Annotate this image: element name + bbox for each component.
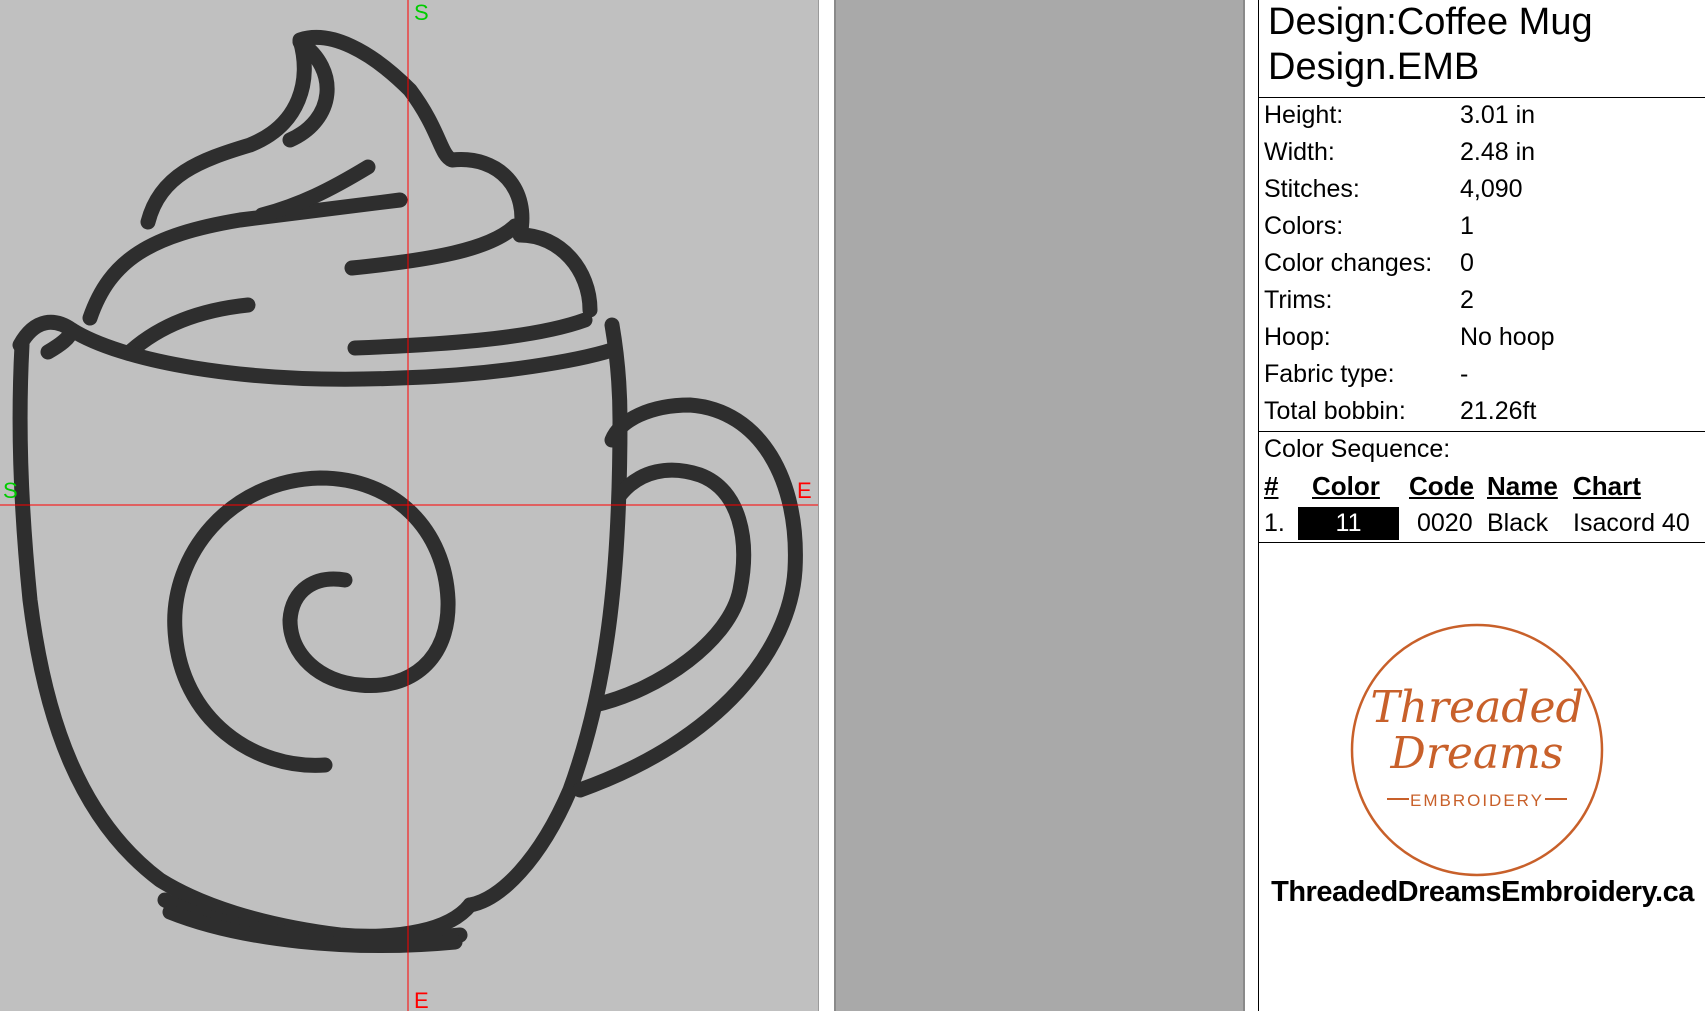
panel-divider	[818, 0, 835, 1011]
logo-line2: Dreams	[1390, 728, 1564, 779]
color-swatch: 11	[1298, 507, 1399, 540]
threaded-dreams-logo: Threaded Dreams EMBROIDERY	[1350, 623, 1604, 877]
property-label: Hoop:	[1264, 323, 1331, 351]
property-value: -	[1460, 360, 1469, 388]
design-info-panel: Design:Coffee Mug Design.EMB Height: 3.0…	[1258, 0, 1705, 1011]
property-label: Fabric type:	[1264, 360, 1395, 388]
logo-line1: Threaded	[1370, 682, 1583, 733]
property-value: 21.26ft	[1460, 397, 1537, 425]
end-marker-right: E	[797, 478, 812, 503]
col-header-chart: Chart	[1573, 471, 1641, 501]
design-canvas[interactable]: S S E E	[0, 0, 818, 1011]
property-value: 0	[1460, 249, 1474, 277]
property-label: Color changes:	[1264, 249, 1433, 277]
property-label: Total bobbin:	[1264, 397, 1406, 425]
logo-line3: EMBROIDERY	[1410, 791, 1544, 810]
color-row-num: 1.	[1264, 509, 1285, 537]
embroidery-preview	[0, 0, 818, 1011]
col-header-num: #	[1264, 471, 1279, 501]
col-header-color: Color	[1312, 471, 1380, 501]
color-sequence-title: Color Sequence:	[1264, 435, 1451, 463]
color-row-code: 0020	[1417, 509, 1473, 537]
color-row-chart: Isacord 40	[1573, 509, 1690, 537]
property-value: No hoop	[1460, 323, 1555, 351]
design-title-line2: Design.EMB	[1268, 46, 1480, 88]
start-marker-top: S	[414, 0, 429, 25]
property-value: 2.48 in	[1460, 138, 1536, 166]
design-title-line1: Design:Coffee Mug	[1268, 1, 1593, 43]
property-label: Colors:	[1264, 212, 1344, 240]
website-url: ThreadedDreamsEmbroidery.ca	[1271, 876, 1694, 908]
property-value: 3.01 in	[1460, 101, 1536, 129]
divider	[1259, 542, 1705, 543]
property-label: Trims:	[1264, 286, 1333, 314]
start-marker-left: S	[3, 478, 18, 503]
empty-gray-panel	[834, 0, 1245, 1011]
property-value: 2	[1460, 286, 1474, 314]
col-header-name: Name	[1487, 471, 1558, 501]
col-header-code: Code	[1409, 471, 1474, 501]
color-row-name: Black	[1487, 509, 1549, 537]
end-marker-bottom: E	[414, 988, 429, 1011]
property-label: Stitches:	[1264, 175, 1360, 203]
property-value: 1	[1460, 212, 1474, 240]
property-label: Width:	[1264, 138, 1335, 166]
property-value: 4,090	[1460, 175, 1523, 203]
property-label: Height:	[1264, 101, 1344, 129]
